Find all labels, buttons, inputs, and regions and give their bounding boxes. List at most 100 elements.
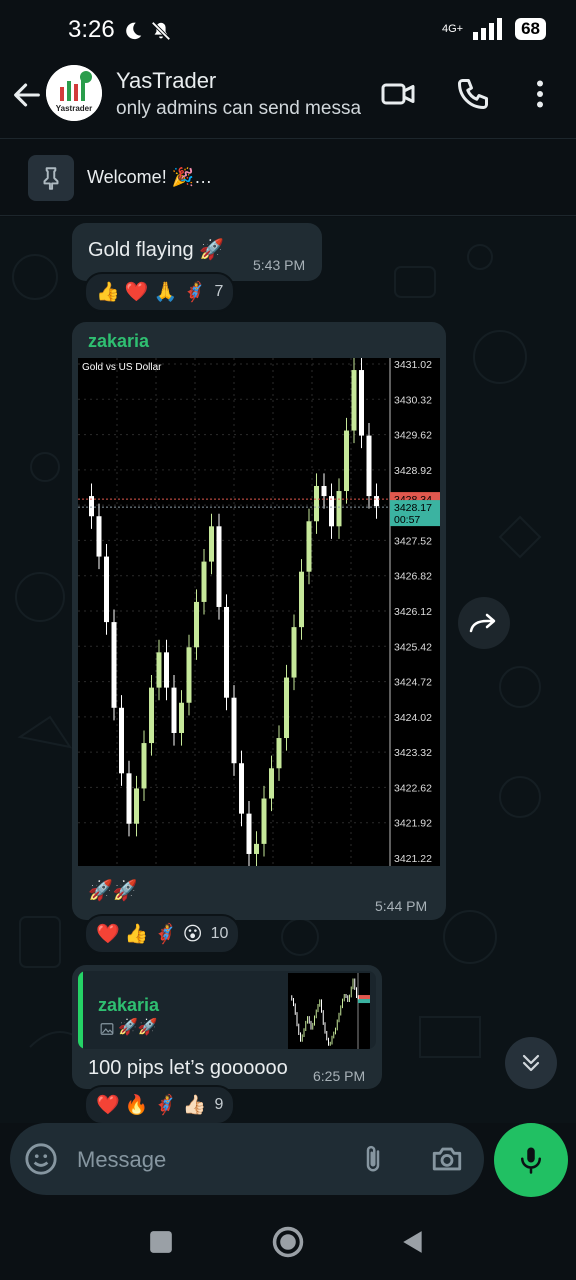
reaction-count: 10	[210, 925, 229, 942]
y-tick-label: 3427.52	[394, 535, 432, 547]
candle-body	[231, 697, 237, 764]
y-tick-label: 3426.12	[394, 606, 432, 618]
more-options-icon[interactable]	[522, 76, 558, 112]
candle-body	[141, 743, 147, 789]
candle-body	[224, 606, 229, 698]
moon-icon	[126, 22, 142, 40]
message-composer: Message	[0, 1123, 576, 1203]
image-message-bubble[interactable]: zakaria 3431.02 3430.32 3429.62 3428.92 3428…	[72, 322, 446, 920]
thumb-ask-badge	[358, 999, 370, 1004]
double-chevron-down-icon	[522, 1054, 540, 1072]
quoted-message[interactable]: zakaria 🚀🚀	[78, 971, 376, 1049]
y-tick-label: 3422.62	[394, 782, 432, 794]
candle-body	[111, 622, 117, 708]
message-input-field[interactable]: Message	[10, 1123, 484, 1195]
candle-body	[201, 561, 207, 602]
message-text: 100 pips let’s goooooo	[88, 1057, 288, 1079]
y-tick-label: 3423.32	[394, 747, 432, 759]
reaction-count: 7	[214, 283, 224, 300]
y-tick-label: 3429.62	[394, 430, 432, 442]
candle-body	[216, 526, 222, 607]
quote-accent-bar	[78, 971, 83, 1049]
candle-body	[359, 370, 364, 436]
back-arrow-icon[interactable]	[10, 78, 44, 112]
reaction-count: 9	[214, 1096, 224, 1113]
chart-image[interactable]: 3431.023430.323429.623428.923428.343427.…	[78, 358, 440, 866]
candle-body	[374, 496, 379, 507]
candle-body	[291, 627, 297, 678]
y-tick-label: 3428.92	[394, 465, 432, 477]
candle-body	[104, 556, 109, 623]
message-time: 5:43 PM	[253, 257, 306, 273]
candle-body	[344, 430, 349, 492]
candle-body	[306, 521, 312, 572]
candle-body	[284, 677, 289, 739]
candle-body	[261, 798, 267, 844]
forward-icon	[469, 613, 496, 633]
y-tick-label: 3430.32	[394, 394, 432, 406]
camera-icon[interactable]	[430, 1142, 464, 1176]
pin-icon-box	[28, 155, 74, 201]
thumbnail-chart	[291, 973, 370, 1049]
y-tick-label: 3425.42	[394, 641, 432, 653]
back-icon[interactable]	[400, 1228, 426, 1256]
ask-price-label: 3428.17	[394, 502, 432, 514]
thumb-bid-badge	[358, 995, 370, 1000]
candle-body	[156, 652, 162, 688]
candle-body	[366, 435, 372, 497]
group-avatar[interactable]: Yastrader	[46, 65, 102, 121]
microphone-icon	[521, 1147, 541, 1174]
notifications-off-icon	[151, 21, 171, 41]
candle-body	[246, 813, 252, 854]
sender-name: zakaria	[88, 331, 150, 351]
emoji-icon[interactable]	[24, 1142, 58, 1176]
chart-title: Gold vs US Dollar	[82, 362, 162, 373]
candle-body	[299, 571, 304, 628]
home-icon[interactable]	[271, 1225, 305, 1259]
y-tick-label: 3421.22	[394, 853, 432, 865]
message-reactions[interactable]: 👍 ❤️ 🙏 🦸‍♀️ 7	[84, 272, 236, 312]
forward-button[interactable]	[458, 597, 510, 649]
photo-icon	[100, 1023, 114, 1035]
voice-call-icon[interactable]	[455, 76, 491, 112]
yastrader-logo: Yastrader	[46, 65, 102, 121]
candle-body	[329, 496, 334, 527]
candle-body	[321, 485, 327, 497]
voice-message-button[interactable]	[494, 1123, 568, 1197]
status-bar: 3:26 4G+ 68	[0, 0, 576, 64]
status-icons	[122, 20, 172, 42]
candle-body	[179, 702, 184, 733]
message-time: 6:25 PM	[313, 1068, 366, 1084]
message-time: 5:44 PM	[375, 898, 428, 914]
pinned-message-bar[interactable]: Welcome! 🎉…	[0, 138, 576, 216]
candle-body	[126, 773, 132, 824]
network-type-label: 4G+	[441, 22, 464, 35]
chat-title[interactable]: YasTrader	[116, 68, 216, 94]
attach-icon[interactable]	[358, 1142, 388, 1176]
message-text: Gold flaying 🚀	[88, 239, 225, 261]
status-time: 3:26	[68, 16, 115, 43]
system-navigation-bar	[0, 1203, 576, 1280]
quoted-image-thumbnail	[288, 973, 370, 1049]
reply-message-bubble[interactable]: zakaria 🚀🚀 100 pips let’s goooooo 6:25 P…	[72, 965, 382, 1089]
pinned-message-text: Welcome! 🎉…	[87, 167, 213, 187]
status-right: 4G+ 68	[442, 18, 546, 40]
candle-body	[314, 485, 319, 522]
y-tick-label: 3431.02	[394, 359, 432, 371]
candle-body	[134, 788, 139, 824]
chat-header: Yastrader YasTrader only admins can send…	[0, 64, 576, 138]
chat-subtitle: only admins can send messages	[116, 98, 361, 119]
quoted-caption: 🚀🚀	[118, 1019, 158, 1036]
candle-body	[269, 768, 274, 799]
message-reactions[interactable]: ❤️ 🔥 🦸‍♀️ 👍🏻 9	[84, 1085, 236, 1123]
candlestick-chart: 3431.023430.323429.623428.923428.343427.…	[78, 358, 440, 866]
recents-icon[interactable]	[148, 1229, 174, 1255]
message-list[interactable]: Gold flaying 🚀 5:43 PM 👍 ❤️ 🙏 🦸‍♀️ 7 zak…	[0, 217, 576, 1123]
candle-body	[351, 370, 357, 431]
message-reactions[interactable]: ❤️ 👍 🦸‍♀️ 😮 10	[84, 914, 241, 954]
candle-body	[336, 491, 342, 527]
video-call-icon[interactable]	[380, 76, 416, 112]
candle-body	[209, 526, 214, 562]
candle-body	[194, 601, 199, 648]
scroll-to-bottom-button[interactable]	[505, 1037, 557, 1089]
